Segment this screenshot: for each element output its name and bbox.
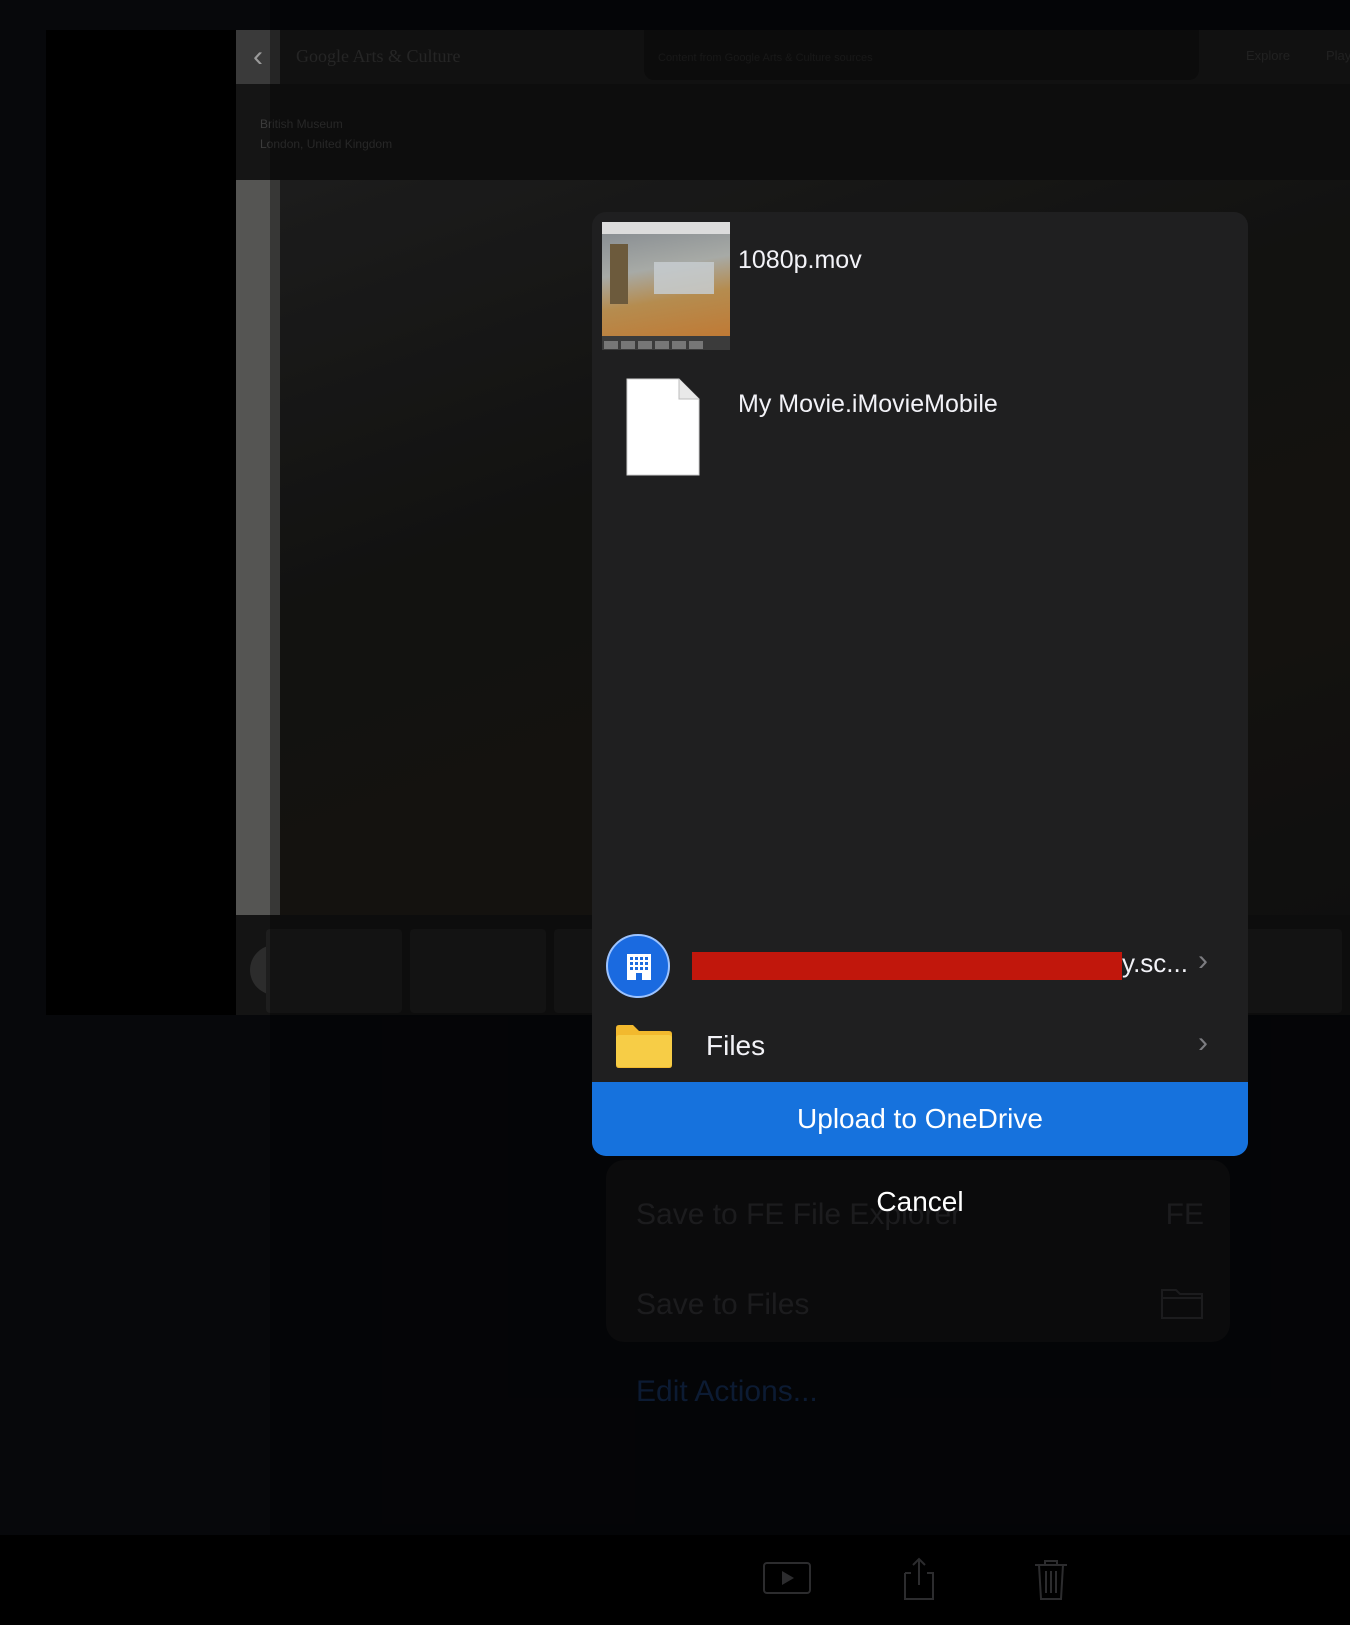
left-black-panel — [46, 30, 236, 1015]
file-name-video: 1080p.mov — [738, 246, 862, 274]
folder-outline-icon — [1160, 1284, 1204, 1328]
fe-icon: FE — [1165, 1198, 1204, 1231]
chevron-right-icon: › — [1198, 1026, 1208, 1059]
files-label: Files — [706, 1030, 766, 1061]
background-action-save-files: Save to Files — [636, 1288, 810, 1321]
video-thumbnail — [602, 222, 730, 350]
play-icon — [762, 1557, 812, 1601]
folder-icon — [614, 1024, 674, 1068]
trash-icon — [1026, 1557, 1076, 1601]
file-name-project: My Movie.iMovieMobile — [738, 390, 998, 418]
document-icon — [626, 378, 700, 476]
onedrive-account-row[interactable]: y.sc... › — [592, 930, 1248, 1010]
onedrive-account-label: y.sc... — [1122, 948, 1188, 978]
background-edit-actions: Edit Actions... — [636, 1375, 818, 1408]
share-icon — [894, 1557, 944, 1601]
bottom-toolbar — [0, 1535, 1350, 1625]
cancel-button[interactable]: Cancel — [860, 1180, 980, 1224]
chevron-right-icon: › — [1198, 944, 1208, 977]
upload-to-onedrive-button[interactable]: Upload to OneDrive — [592, 1082, 1248, 1156]
redacted-account-name — [692, 952, 1122, 980]
onedrive-building-icon — [606, 934, 670, 998]
share-sheet: 1080p.mov My Movie.iMovieMobile y.sc... … — [592, 212, 1248, 1156]
